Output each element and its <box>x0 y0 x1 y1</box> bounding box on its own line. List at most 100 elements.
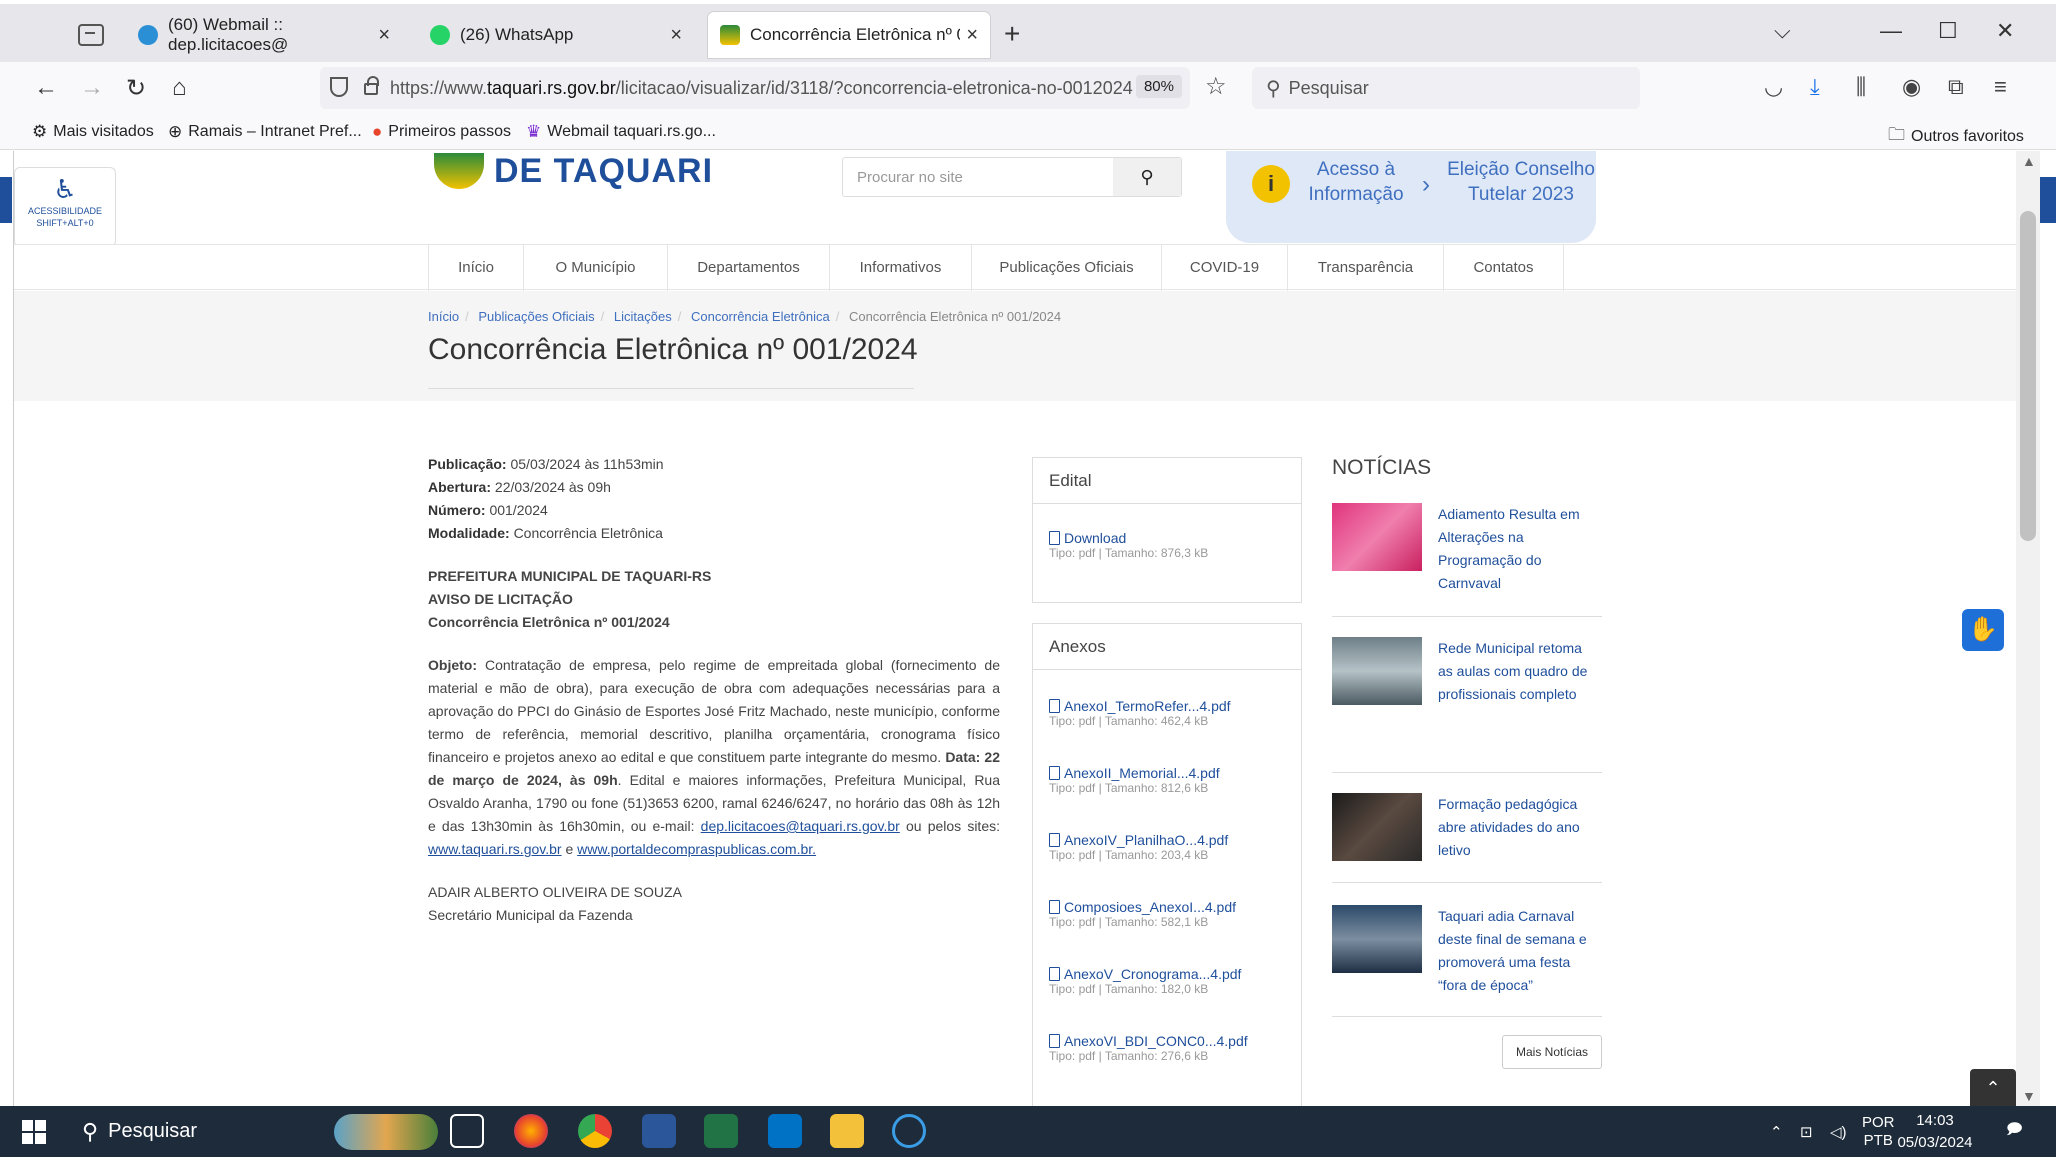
scroll-thumb[interactable] <box>2020 211 2036 541</box>
browser-search-bar[interactable]: ⚲ Pesquisar <box>1252 67 1640 109</box>
browser-tab-bar: (60) Webmail :: dep.licitacoes@ × (26) W… <box>0 0 2056 62</box>
firefox-taskbar-icon[interactable] <box>514 1114 548 1148</box>
tab-webmail[interactable]: (60) Webmail :: dep.licitacoes@ × <box>126 12 402 58</box>
news-thumbnail[interactable] <box>1332 637 1422 705</box>
new-tab-button[interactable]: + <box>1004 18 1020 50</box>
tab-close-icon[interactable]: × <box>966 24 978 47</box>
news-thumbnail[interactable] <box>1332 905 1422 973</box>
anexo-link[interactable]: AnexoV_Cronograma...4.pdf <box>1049 966 1301 982</box>
file-explorer-taskbar-icon[interactable] <box>830 1114 864 1148</box>
site-logo[interactable]: DE TAQUARI <box>434 151 713 191</box>
breadcrumb-concorrencia[interactable]: Concorrência Eletrônica <box>691 309 830 324</box>
site-search-button[interactable]: ⚲ <box>1113 158 1181 196</box>
file-info: Tipo: pdf | Tamanho: 182,0 kB <box>1049 982 1209 996</box>
bookmark-primeiros-passos[interactable]: ● Primeiros passos <box>372 122 511 142</box>
pocket-icon[interactable]: ◡ <box>1764 74 1783 100</box>
forward-icon[interactable]: → <box>80 74 104 102</box>
acesso-informacao-link[interactable]: Acesso à Informação <box>1306 157 1406 207</box>
extensions-icon[interactable]: ⧉ <box>1948 74 1964 100</box>
tab-list-icon[interactable] <box>78 24 104 46</box>
address-bar[interactable]: https://www.taquari.rs.gov.br/licitacao/… <box>320 67 1190 109</box>
tab-close-icon[interactable]: × <box>670 24 682 47</box>
taskbar-clock[interactable]: 14:03 05/03/2024 <box>1890 1110 1980 1154</box>
back-to-top-button[interactable]: ⌃ <box>1970 1069 2016 1106</box>
news-item[interactable]: Taquari adia Carnaval deste final de sem… <box>1332 905 1602 1017</box>
volume-icon[interactable]: ◁) <box>1830 1106 1847 1157</box>
minimize-icon[interactable]: — <box>1880 18 1902 44</box>
more-news-button[interactable]: Mais Notícias <box>1502 1035 1602 1069</box>
bookmark-webmail[interactable]: ♛ Webmail taquari.rs.go... <box>526 122 716 142</box>
edital-download-link[interactable]: Download <box>1049 530 1301 546</box>
tab-close-icon[interactable]: × <box>378 24 390 47</box>
breadcrumb-publicacoes[interactable]: Publicações Oficiais <box>478 309 594 324</box>
bookmark-most-visited[interactable]: ⚙ Mais visitados <box>32 122 154 142</box>
nav-publicacoes-oficiais[interactable]: Publicações Oficiais <box>972 245 1162 291</box>
menu-icon[interactable]: ≡ <box>1994 74 2007 100</box>
pdf-icon <box>1049 766 1060 780</box>
zoom-level[interactable]: 80% <box>1135 75 1182 98</box>
excel-taskbar-icon[interactable] <box>704 1114 738 1148</box>
taskbar-search[interactable]: ⚲ Pesquisar <box>68 1106 438 1157</box>
anexo-link[interactable]: AnexoII_Memorial...4.pdf <box>1049 765 1301 781</box>
site-portal-link[interactable]: www.portaldecompraspublicas.com.br. <box>577 841 816 857</box>
scroll-down-icon[interactable]: ▼ <box>2022 1088 2036 1104</box>
site-taquari-link[interactable]: www.taquari.rs.gov.br <box>428 841 562 857</box>
nav-transparencia[interactable]: Transparência <box>1288 245 1444 291</box>
eleicao-conselho-link[interactable]: Eleição Conselho Tutelar 2023 <box>1446 157 1596 207</box>
chevron-right-icon[interactable]: › <box>1422 171 1430 199</box>
nav-informativos[interactable]: Informativos <box>830 245 972 291</box>
back-icon[interactable]: ← <box>34 74 58 102</box>
bookmark-star-icon[interactable]: ☆ <box>1205 72 1227 101</box>
news-title[interactable]: Adiamento Resulta em Alterações na Progr… <box>1438 503 1588 595</box>
task-view-icon[interactable] <box>450 1114 484 1148</box>
notifications-icon[interactable]: 🗩 <box>2006 1106 2023 1157</box>
anexo-link[interactable]: Composioes_AnexoI...4.pdf <box>1049 899 1301 915</box>
nav-covid-19[interactable]: COVID-19 <box>1162 245 1288 291</box>
tab-overflow-chevron-icon[interactable]: ⌵ <box>1774 18 1791 44</box>
news-item[interactable]: Formação pedagógica abre atividades do a… <box>1332 793 1602 883</box>
email-link[interactable]: dep.licitacoes@taquari.rs.gov.br <box>701 818 900 834</box>
bookmark-ramais[interactable]: ⊕ Ramais – Intranet Pref... <box>168 122 362 142</box>
news-title[interactable]: Rede Municipal retoma as aulas com quadr… <box>1438 637 1588 706</box>
scroll-up-icon[interactable]: ▲ <box>2022 153 2036 169</box>
windows-start-icon[interactable] <box>22 1120 46 1144</box>
close-window-icon[interactable]: ✕ <box>1996 18 2014 44</box>
news-thumbnail[interactable] <box>1332 793 1422 861</box>
account-icon[interactable]: ◉ <box>1902 74 1921 100</box>
library-icon[interactable]: ⫼ <box>1856 74 1866 100</box>
tracking-shield-icon[interactable] <box>330 77 348 97</box>
news-title[interactable]: Taquari adia Carnaval deste final de sem… <box>1438 905 1588 997</box>
page-scrollbar[interactable]: ▲ ▼ <box>2016 151 2040 1106</box>
breadcrumb-inicio[interactable]: Início <box>428 309 459 324</box>
tray-chevron-icon[interactable]: ⌃ <box>1770 1106 1783 1157</box>
lock-icon[interactable] <box>364 76 379 95</box>
sign-language-hand-icon[interactable]: ✋ <box>1962 609 2004 651</box>
breadcrumb-licitacoes[interactable]: Licitações <box>614 309 672 324</box>
outlook-taskbar-icon[interactable] <box>768 1114 802 1148</box>
maximize-icon[interactable]: ☐ <box>1938 18 1958 44</box>
tab-whatsapp[interactable]: (26) WhatsApp × <box>418 12 694 58</box>
other-bookmarks[interactable]: 🗀 Outros favoritos <box>1888 122 2024 151</box>
network-icon[interactable]: ⊡ <box>1800 1106 1813 1157</box>
anexo-link[interactable]: AnexoIV_PlanilhaO...4.pdf <box>1049 832 1301 848</box>
site-search-input[interactable]: Procurar no site <box>843 169 1113 186</box>
nav-inicio[interactable]: Início <box>428 245 524 291</box>
reload-icon[interactable]: ↻ <box>126 74 146 103</box>
chrome-taskbar-icon[interactable] <box>578 1114 612 1148</box>
nav-contatos[interactable]: Contatos <box>1444 245 1564 291</box>
accessibility-button[interactable]: ♿ ACESSIBILIDADE SHIFT+ALT+0 <box>14 167 116 247</box>
word-taskbar-icon[interactable] <box>642 1114 676 1148</box>
news-thumbnail[interactable] <box>1332 503 1422 571</box>
downloads-icon[interactable]: ⤓ <box>1810 74 1820 100</box>
nav-departamentos[interactable]: Departamentos <box>668 245 830 291</box>
nav-o-municipio[interactable]: O Município <box>524 245 668 291</box>
tab-concorrencia[interactable]: Concorrência Eletrônica nº 001/ × <box>708 12 990 58</box>
internet-explorer-taskbar-icon[interactable] <box>892 1114 926 1148</box>
news-item[interactable]: Adiamento Resulta em Alterações na Progr… <box>1332 503 1602 617</box>
home-icon[interactable]: ⌂ <box>172 74 187 102</box>
news-item[interactable]: Rede Municipal retoma as aulas com quadr… <box>1332 637 1602 773</box>
anexo-link[interactable]: AnexoI_TermoRefer...4.pdf <box>1049 698 1301 714</box>
anexo-link[interactable]: AnexoVI_BDI_CONC0...4.pdf <box>1049 1033 1301 1049</box>
url-text[interactable]: https://www.taquari.rs.gov.br/licitacao/… <box>390 78 1140 99</box>
news-title[interactable]: Formação pedagógica abre atividades do a… <box>1438 793 1588 862</box>
